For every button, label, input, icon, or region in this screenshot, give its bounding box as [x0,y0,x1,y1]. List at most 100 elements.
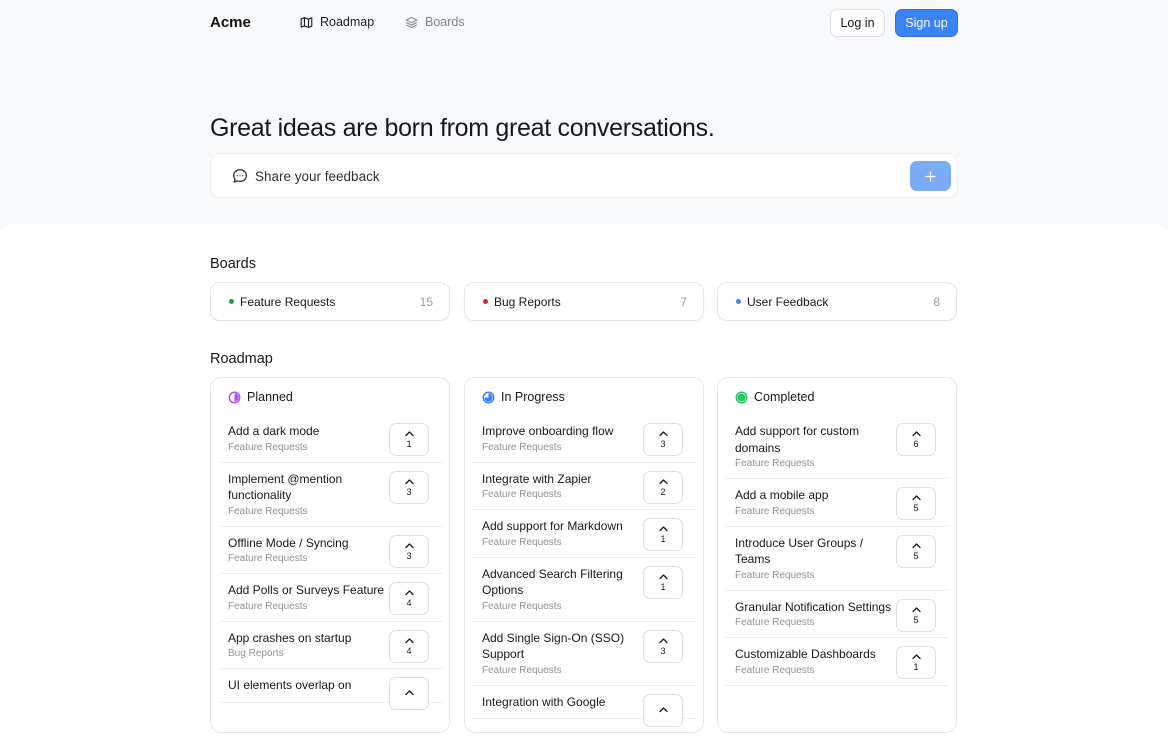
nav-roadmap[interactable]: Roadmap [300,15,374,29]
roadmap-column-planned: Planned Add a dark mode Feature Requests 1 I… [210,377,450,733]
upvote-button[interactable]: 5 [896,487,936,520]
item-title: Improve onboarding flow [482,424,614,438]
board-count: 7 [680,295,687,309]
upvote-button[interactable]: 3 [643,629,683,663]
board-name: Feature Requests [240,295,336,309]
roadmap-item[interactable]: Integrate with Zapier Feature Requests 2 [472,463,696,510]
chevron-up-icon [911,606,921,612]
upvote-button[interactable]: 1 [389,423,429,456]
roadmap-item[interactable]: Add a mobile app Feature Requests 5 [725,479,949,527]
chevron-up-icon [658,431,668,437]
upvote-button[interactable]: 6 [896,423,936,456]
vote-count: 3 [406,486,412,497]
feedback-input[interactable] [255,165,895,187]
vote-count: 4 [406,645,412,656]
progress-circle-icon [482,391,495,403]
chevron-up-icon [404,637,414,643]
vote-count: 5 [913,614,919,625]
vote-count: 3 [660,439,666,449]
vote-count: 1 [660,534,666,544]
roadmap-item[interactable]: Add support for Markdown Feature Requests… [472,510,696,558]
add-feedback-button[interactable] [910,161,951,191]
column-items: Add support for custom domains Feature Re… [725,415,949,686]
vote-count: 3 [406,550,412,561]
board-count: 8 [933,295,940,309]
roadmap-item[interactable]: Customizable Dashboards Feature Requests 1 [725,638,949,686]
roadmap-item[interactable]: Add Single Sign-On (SSO) Support Feature … [472,622,696,686]
board-status-dot [736,299,741,304]
login-button[interactable]: Log in [830,9,885,37]
roadmap-item[interactable]: Add support for custom domains Feature Re… [725,415,949,479]
item-title: Offline Mode / Syncing [228,535,349,550]
signup-button[interactable]: Sign up [895,9,958,37]
column-header: In Progress [482,390,565,404]
board-card[interactable]: User Feedback 8 [717,282,957,321]
chevron-up-icon [658,526,668,532]
upvote-button[interactable] [389,677,429,710]
item-title: Add support for custom domains [735,424,860,455]
upvote-button[interactable]: 1 [896,646,936,679]
roadmap-item[interactable]: Improve onboarding flow Feature Requests 3 [472,415,696,463]
completed-circle-icon [735,391,748,403]
vote-count: 5 [913,550,919,561]
roadmap-item[interactable]: Advanced Search Filtering Options Feature… [472,558,696,622]
upvote-button[interactable]: 1 [643,518,683,551]
chevron-up-icon [911,654,921,660]
plus-icon [925,171,936,181]
vote-count: 3 [660,645,666,656]
upvote-button[interactable]: 3 [643,423,683,456]
roadmap-item[interactable]: Introduce User Groups / Teams Feature Req… [725,527,949,591]
upvote-button[interactable]: 1 [643,565,683,599]
vote-count: 1 [406,439,412,449]
chevron-up-icon [404,542,414,548]
vote-count: 1 [660,581,666,592]
board-card[interactable]: Bug Reports 7 [464,282,704,321]
board-card[interactable]: Feature Requests 15 [210,282,450,321]
upvote-button[interactable] [643,693,683,727]
item-title: Add Single Sign-On (SSO) Support [482,630,625,662]
item-title: Add support for Markdown [482,519,623,533]
item-title: Add a mobile app [735,488,829,502]
board-name: User Feedback [747,295,829,309]
item-title: App crashes on startup [228,630,352,645]
hero-title: Great ideas are born from great conversa… [210,114,715,142]
roadmap-column-in-progress: In Progress Improve onboarding flow Featur… [464,377,704,733]
nav-boards-label: Boards [425,15,465,29]
vote-count: 4 [406,598,412,608]
chevron-up-icon [404,690,414,696]
column-title: In Progress [501,390,565,404]
nav-roadmap-label: Roadmap [320,15,375,29]
nav-boards[interactable]: Boards [405,15,465,29]
upvote-button[interactable]: 5 [896,534,936,568]
chevron-up-icon [911,431,921,437]
chevron-up-icon [404,590,414,596]
roadmap-item[interactable]: Add a dark mode Feature Requests 1 [218,415,442,463]
roadmap-item[interactable]: Implement @mention functionality Feature … [218,463,442,527]
upvote-button[interactable]: 2 [643,470,683,504]
vote-count: 1 [913,662,919,672]
chevron-up-icon [404,478,414,484]
feedback-box [210,153,958,198]
roadmap-item[interactable]: Add Polls or Surveys Feature Feature Requ… [218,574,442,622]
item-title: Add a dark mode [228,424,320,438]
chevron-up-icon [658,637,668,643]
top-navbar: Acme Roadmap Boards Log in Sign up [0,0,1168,46]
column-header: Completed [735,390,814,404]
boards-section-title: Boards [210,256,256,272]
item-title: Add Polls or Surveys Feature [228,583,385,597]
chevron-up-icon [658,706,668,712]
upvote-button[interactable]: 3 [389,534,429,568]
roadmap-item[interactable]: Offline Mode / Syncing Feature Requests 3 [218,527,442,574]
roadmap-column-completed: Completed Add support for custom domains F… [717,377,957,733]
board-status-dot [229,299,234,304]
upvote-button[interactable]: 3 [389,470,429,504]
item-board: Feature Requests [482,600,562,612]
upvote-button[interactable]: 4 [389,629,429,663]
logo[interactable]: Acme [210,14,251,31]
roadmap-item[interactable]: UI elements overlap on [218,669,442,710]
upvote-button[interactable]: 5 [896,598,936,632]
roadmap-item[interactable]: App crashes on startup Bug Reports 4 [218,622,442,669]
roadmap-item[interactable]: Integration with Google [472,686,696,727]
upvote-button[interactable]: 4 [389,582,429,615]
roadmap-item[interactable]: Granular Notification Settings Feature Re… [725,591,949,638]
